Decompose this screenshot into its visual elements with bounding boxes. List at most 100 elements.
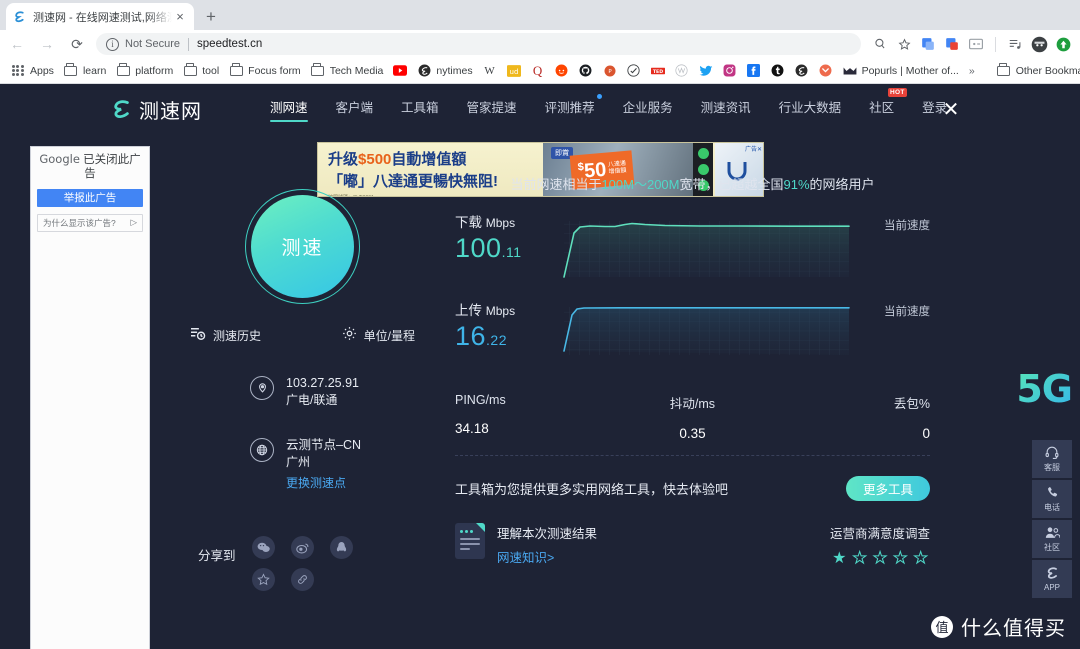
star-2[interactable]: ★ [852,550,867,567]
close-icon[interactable]: ✕ [940,98,962,121]
units-settings-button[interactable]: 单位/量程 [342,326,415,344]
new-tab-button[interactable]: + [198,4,224,30]
document-icon [455,523,485,559]
star-1[interactable]: ★ [832,551,846,567]
reading-list-icon[interactable] [1004,33,1026,55]
site-info-icon[interactable]: i [106,37,119,51]
popurls-icon [843,64,857,78]
community-button[interactable]: 社区 [1032,520,1072,558]
star-5[interactable]: ★ [913,550,928,567]
bookmark-focus-form[interactable]: Focus form [224,61,306,81]
bookmark-checkmark[interactable] [622,61,646,81]
bookmark-urbandictionary[interactable]: ud [502,61,526,81]
tab-close-icon[interactable]: × [172,9,188,25]
more-tools-button[interactable]: 更多工具 [846,476,930,501]
bookmark-twitter[interactable] [694,61,718,81]
other-bookmarks-label: Other Bookmarks [1015,64,1080,77]
site-logo[interactable]: 测速网 [110,95,202,124]
star-4[interactable]: ★ [893,550,908,567]
forward-button[interactable]: → [34,31,60,57]
bookmark-wikipedia[interactable]: W [478,61,502,81]
pdf-tool-icon[interactable] [941,33,963,55]
nav-item-enterprise[interactable]: 企业服务 [623,97,673,121]
summary-mid: 宽带，已超越全国 [679,177,784,192]
weibo-icon[interactable] [290,536,314,559]
nav-item-bigdata[interactable]: 行业大数据 [779,97,842,121]
bookmark-nytimes[interactable]: nytimes [412,61,477,81]
nav-item-reviews[interactable]: 评测推荐 [545,94,602,121]
watermark-mark: 值 [931,615,953,638]
star-3[interactable]: ★ [872,550,887,567]
qq-icon[interactable] [329,536,353,559]
nav-item-speedtest[interactable]: 测网速 [270,97,308,122]
watermark-text: 什么值得买 [961,618,1066,640]
other-bookmarks-button[interactable]: Other Bookmarks [992,61,1080,81]
reload-button[interactable]: ⟳ [64,31,90,57]
phone-button[interactable]: 电话 [1032,480,1072,518]
bookmark-instagram[interactable] [718,61,742,81]
bookmark-medium[interactable] [670,61,694,81]
media-cast-icon[interactable] [965,33,987,55]
bookmark-youtube[interactable] [388,61,412,81]
test-history-button[interactable]: 测速历史 [190,326,261,344]
nav-item-butler-boost[interactable]: 管家提速 [467,97,517,121]
customer-service-button[interactable]: 客服 [1032,440,1072,478]
bookmark-apps[interactable]: Apps [6,61,59,81]
download-dec: .11 [501,244,522,260]
bookmarks-overflow-button[interactable]: » [964,61,980,81]
start-test-button[interactable]: 测速 [251,195,354,298]
ip-info-text: 103.27.25.91 广电/联通 [286,374,359,410]
nav-item-client[interactable]: 客户端 [336,97,374,121]
bookmark-reddit[interactable] [550,61,574,81]
stat-key: 抖动/ms [669,397,716,411]
bookmark-nytimes-2[interactable] [790,61,814,81]
extensions-icon[interactable] [869,33,891,55]
tab-favicon-icon [12,10,26,24]
bookmark-platform[interactable]: platform [111,61,178,81]
overflow-label: » [968,64,975,77]
understand-results[interactable]: 理解本次测速结果 网速知识> [455,523,597,566]
bookmark-pocket[interactable] [814,61,838,81]
nav-item-news[interactable]: 测速资讯 [701,97,751,121]
bookmark-producthunt[interactable]: P [598,61,622,81]
wechat-icon[interactable] [251,536,275,559]
app-button[interactable]: APP [1032,560,1072,598]
nav-label: 社区 [869,101,895,115]
hot-badge: HOT [887,88,908,97]
bookmark-popurls[interactable]: Popurls | Mother of... [838,61,964,81]
urbandictionary-icon: ud [506,64,521,78]
bookmark-ted[interactable]: TED [646,61,670,81]
report-ad-button[interactable]: 举报此广告 [37,188,143,207]
profile-avatar-icon[interactable] [1028,33,1050,55]
bookmark-quora[interactable]: Q [526,61,550,81]
toolbar-divider [995,36,996,52]
survey-stars[interactable]: ★ ★ ★ ★ ★ [830,550,930,567]
change-node-link[interactable]: 更换测速点 [286,474,361,491]
why-this-ad-button[interactable]: 为什么显示该广告? ▷ [37,213,143,232]
knowledge-link[interactable]: 网速知识> [497,547,597,566]
bookmark-github[interactable] [574,61,598,81]
google-translate-icon[interactable] [917,33,939,55]
bookmark-tumblr[interactable] [766,61,790,81]
ad-close-icon[interactable]: 广告✕ [745,144,762,153]
folder-icon [64,63,78,78]
bookmark-label: learn [82,64,107,77]
security-status: Not Secure [125,38,181,50]
bookmark-star-icon[interactable] [893,33,915,55]
speedtest-gauge[interactable]: 测速 [245,189,360,304]
nav-item-toolbox[interactable]: 工具箱 [401,97,439,121]
bookmark-tech-media[interactable]: Tech Media [306,61,389,81]
browser-toolbar: ← → ⟳ i Not Secure speedtest.cn [0,30,1080,58]
rail-label: 电话 [1044,502,1060,512]
bookmark-learn[interactable]: learn [59,61,111,81]
globe-icon [250,438,274,462]
browser-tab[interactable]: 测速网 - 在线网速测试,网络测速 × [6,3,194,30]
bookmark-facebook[interactable] [742,61,766,81]
bookmark-tool[interactable]: tool [178,61,224,81]
back-button[interactable]: ← [4,31,30,57]
favorite-star-icon[interactable] [251,568,275,591]
nav-item-community[interactable]: 社区 HOT [869,88,908,121]
copy-link-icon[interactable] [290,568,314,591]
address-bar[interactable]: i Not Secure speedtest.cn [96,33,861,55]
update-icon[interactable] [1052,33,1074,55]
